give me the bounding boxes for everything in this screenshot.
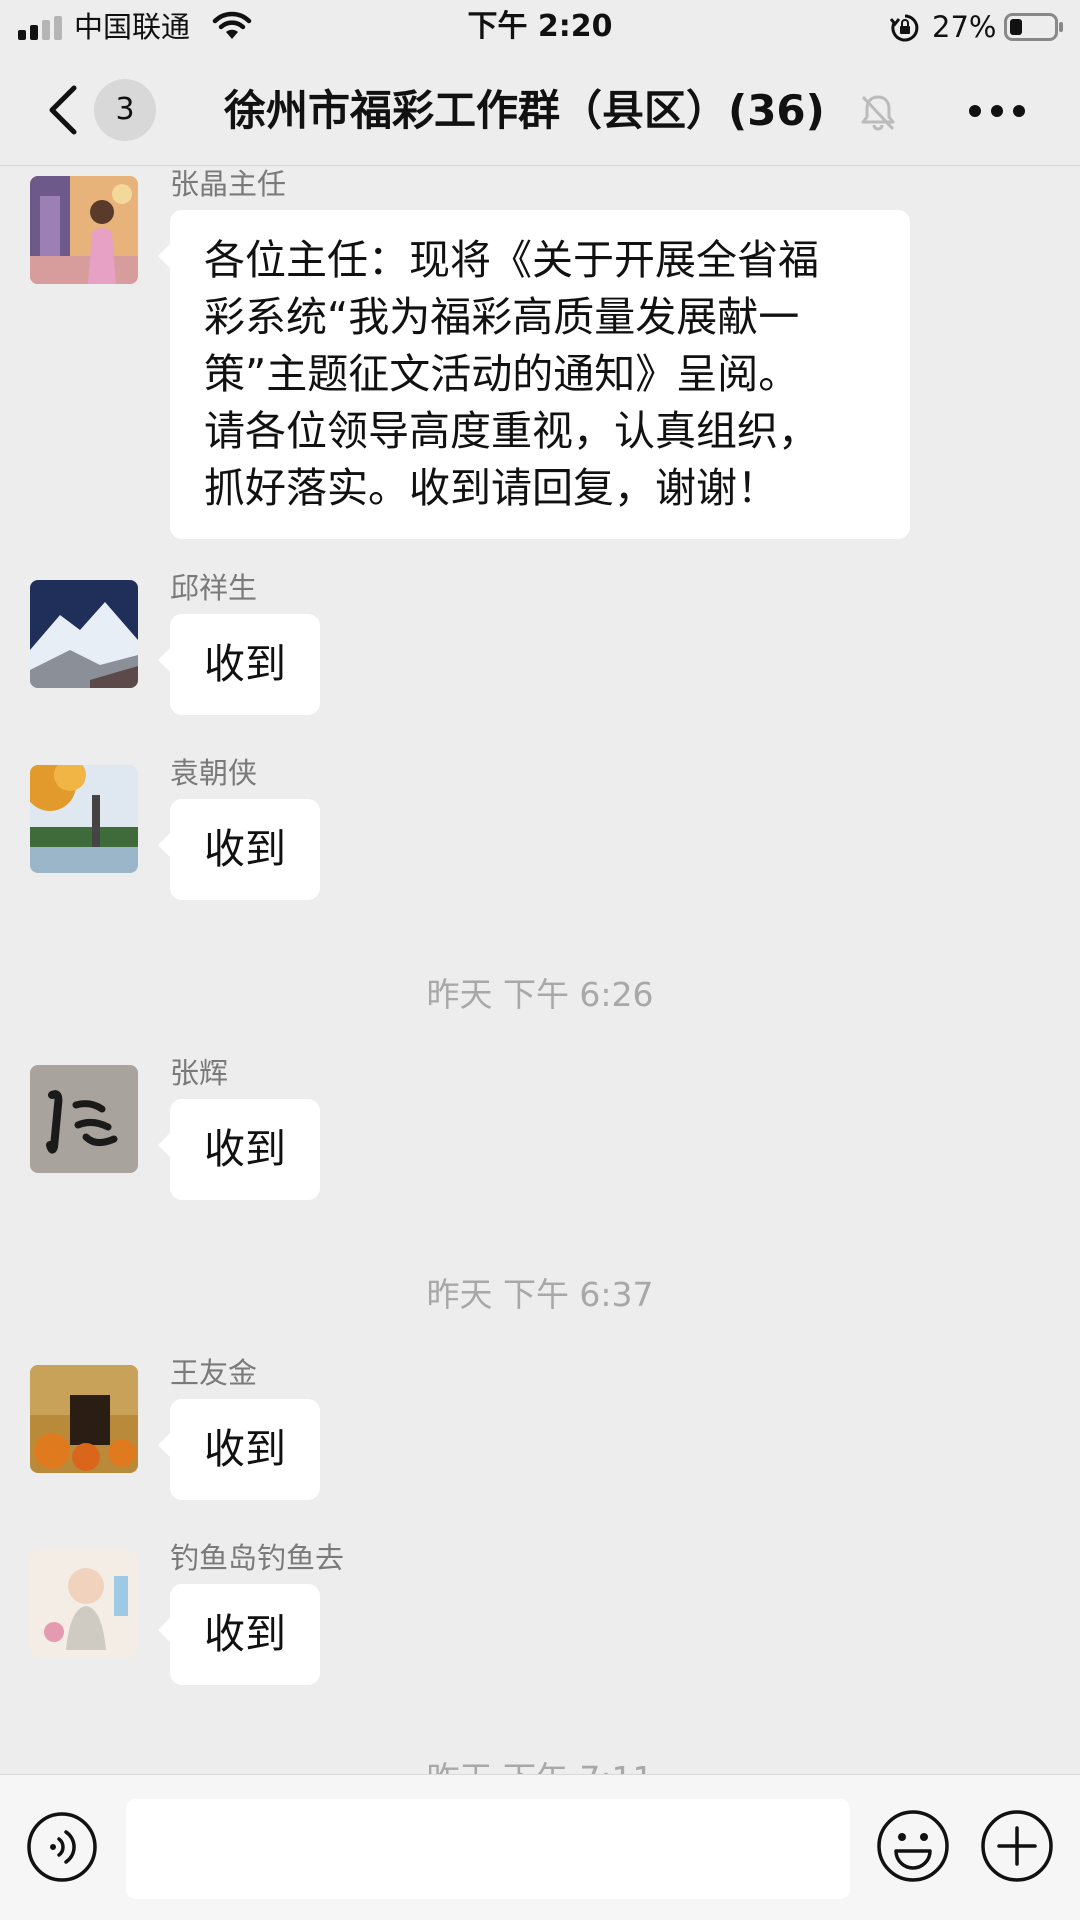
chat-title: 徐州市福彩工作群（县区）(36) [224, 86, 825, 135]
avatar[interactable] [30, 765, 138, 873]
emoji-button[interactable] [876, 1809, 950, 1883]
chat-header: 3 徐州市福彩工作群（县区）(36) [0, 56, 1080, 166]
message-bubble[interactable]: 收到 [158, 1584, 320, 1685]
battery-icon [1004, 13, 1063, 41]
message-bubble[interactable]: 收到 [158, 1399, 320, 1500]
message-input[interactable] [126, 1799, 850, 1899]
message-text-line: 彩系统“我为福彩高质量发展献一 [204, 293, 800, 341]
time-divider: 昨天 下午 6:26 [426, 975, 654, 1014]
voice-button[interactable] [26, 1811, 98, 1883]
back-button[interactable] [44, 82, 84, 138]
time-divider: 昨天 下午 6:37 [426, 1275, 654, 1314]
status-bar: 中国联通 下午 2:20 27% [0, 0, 1080, 56]
sender-name: 袁朝侠 [170, 756, 258, 790]
sender-name: 王友金 [170, 1356, 258, 1390]
sender-name: 张辉 [170, 1056, 229, 1090]
message-text-line: 抓好落实。收到请回复，谢谢！ [204, 464, 778, 512]
unread-count-badge[interactable]: 3 [94, 79, 156, 141]
avatar[interactable] [30, 1550, 138, 1658]
message-text-line: 各位主任：现将《关于开展全省福 [204, 236, 819, 284]
message-bubble[interactable]: 各位主任：现将《关于开展全省福 彩系统“我为福彩高质量发展献一 策”主题征文活动… [158, 210, 910, 539]
message-text-line: 策”主题征文活动的通知》呈阅。 [204, 350, 800, 398]
avatar[interactable] [30, 1365, 138, 1473]
sender-name: 邱祥生 [170, 571, 258, 605]
message-text: 收到 [204, 1125, 286, 1173]
message-list[interactable]: 张晶主任 各位主任：现将《关于开展全省福 彩系统“我为福彩高质量发展献一 策”主… [0, 166, 1080, 1774]
message-text: 收到 [204, 1610, 286, 1658]
message-bubble[interactable]: 收到 [158, 614, 320, 715]
sender-name: 钓鱼岛钓鱼去 [170, 1541, 345, 1575]
input-bar [0, 1774, 1080, 1920]
message-text: 收到 [204, 640, 286, 688]
rotation-lock-icon [890, 14, 919, 42]
avatar[interactable] [30, 176, 138, 284]
time-divider: 昨天 下午 7:11 [0, 1758, 1080, 1774]
battery-percent: 27% [932, 10, 997, 44]
message-bubble[interactable]: 收到 [158, 1099, 320, 1200]
message-text-line: 请各位领导高度重视，认真组织， [204, 407, 819, 455]
message-text: 收到 [204, 825, 286, 873]
message-bubble[interactable]: 收到 [158, 799, 320, 900]
message-text: 收到 [204, 1425, 286, 1473]
avatar[interactable] [30, 1065, 138, 1173]
sender-name: 张晶主任 [170, 167, 287, 201]
bell-off-icon [861, 95, 895, 131]
more-options-button[interactable] [966, 94, 1028, 128]
avatar[interactable] [30, 580, 138, 688]
plus-button[interactable] [980, 1809, 1054, 1883]
